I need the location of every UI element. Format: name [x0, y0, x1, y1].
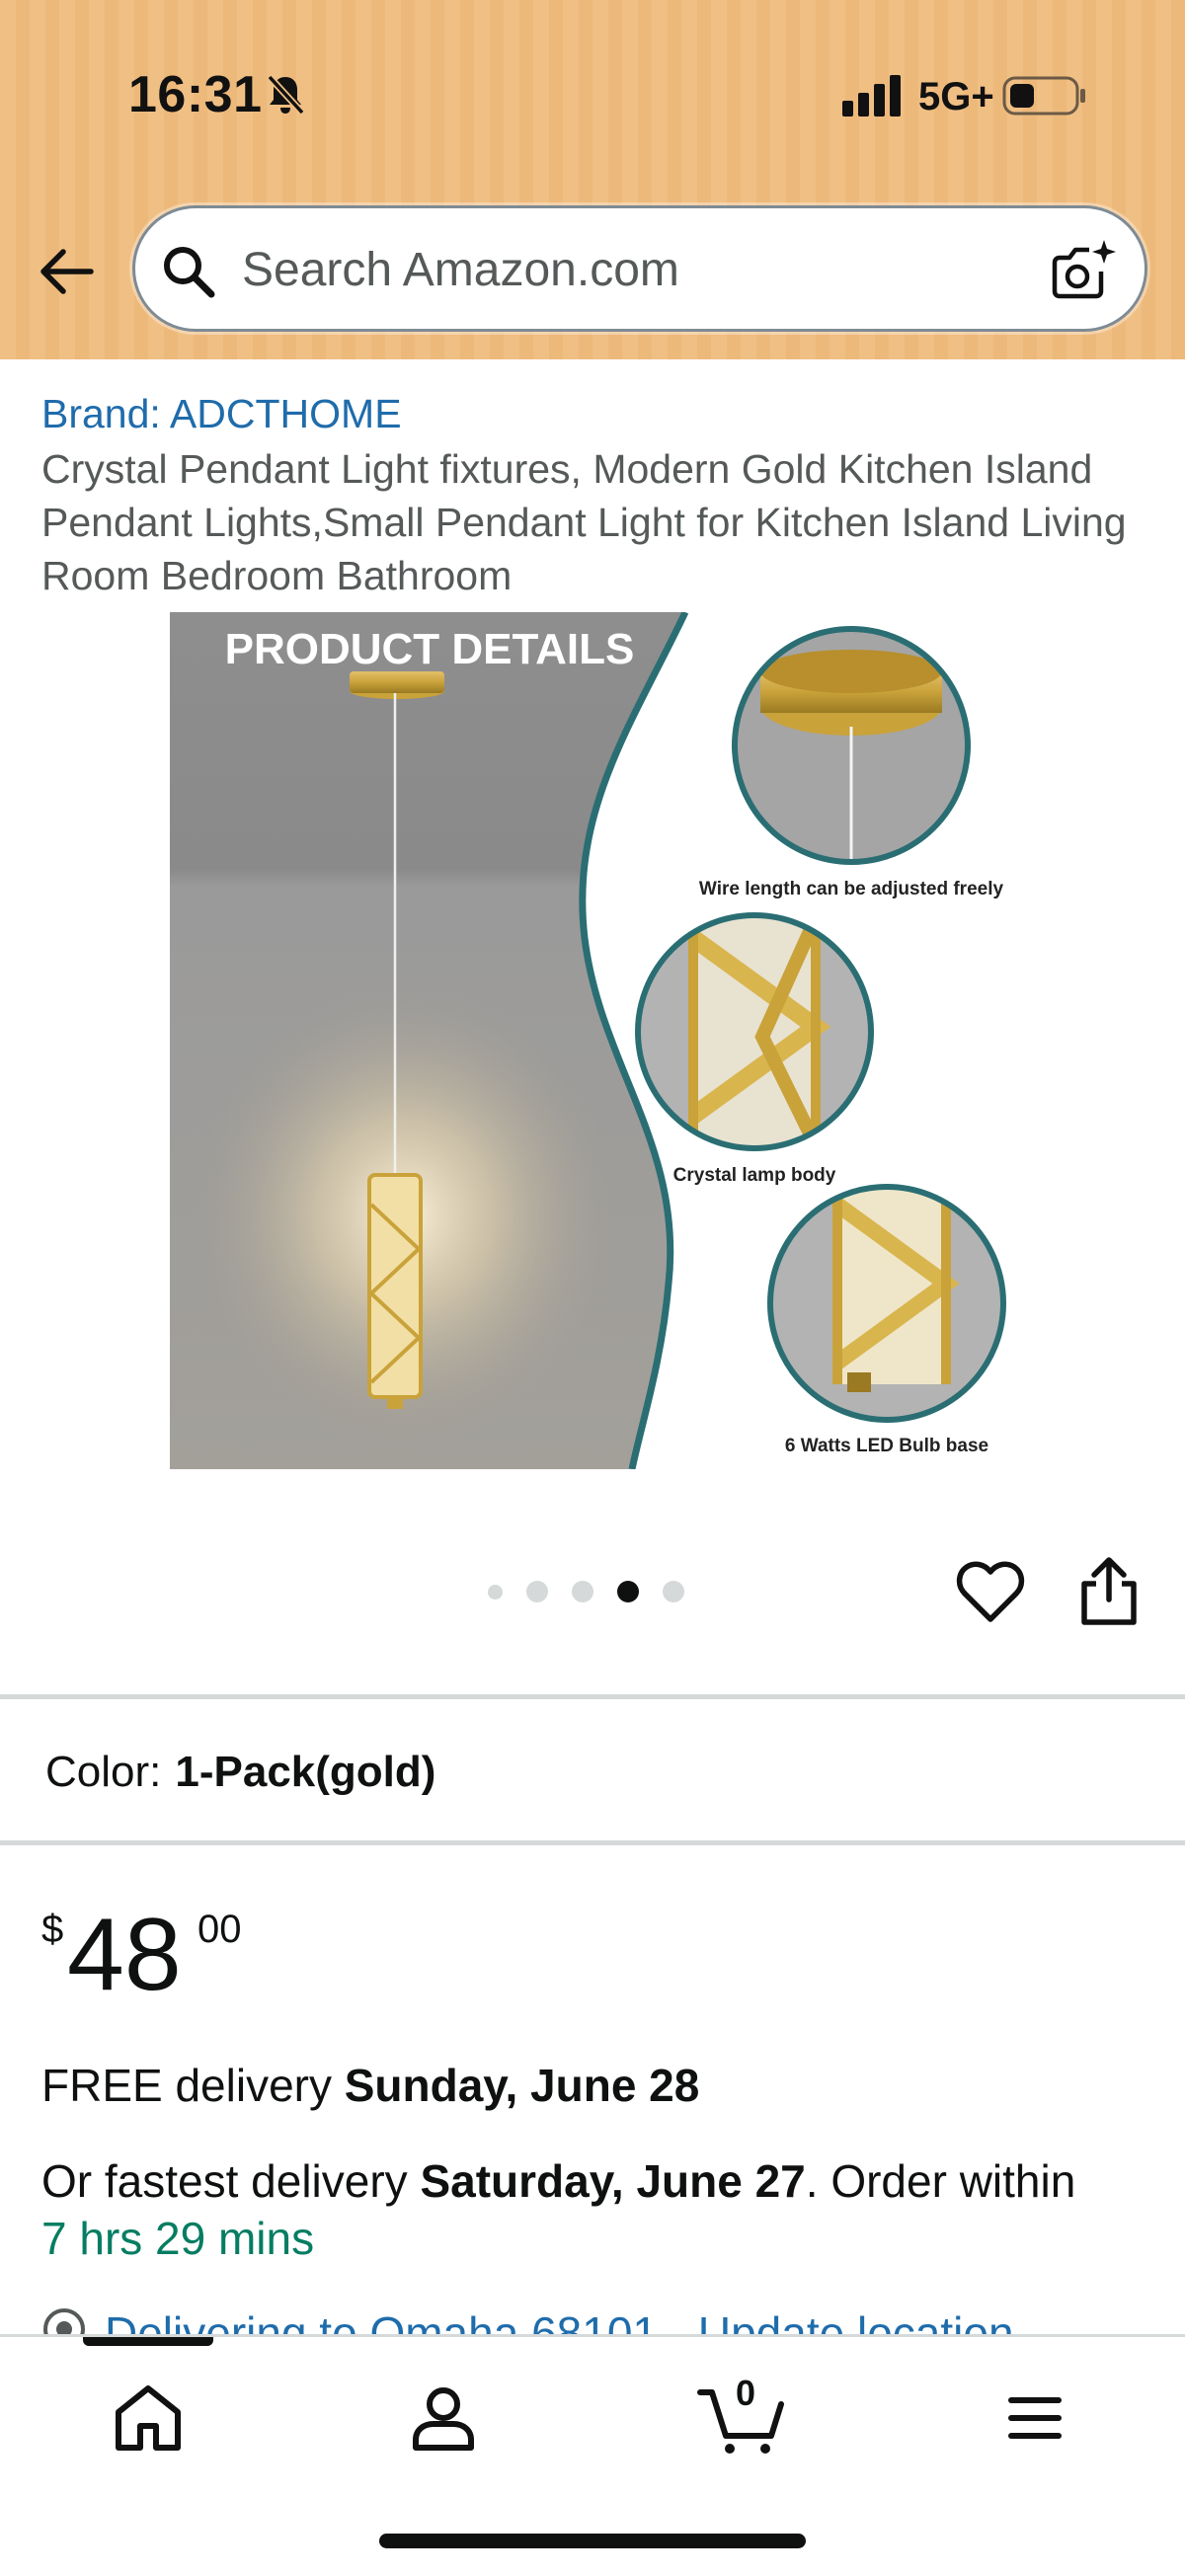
caption-wire: Wire length can be adjusted freely	[699, 879, 1004, 899]
battery-icon	[1002, 76, 1085, 116]
bell-slash-icon	[267, 74, 305, 116]
caption-base: 6 Watts LED Bulb base	[785, 1436, 988, 1456]
detail-circle-crystal	[635, 912, 874, 1151]
detail-circle-wire	[732, 626, 971, 865]
fastest-delivery-text: Or fastest delivery Saturday, June 27. O…	[41, 2155, 1076, 2264]
top-header: 16:31 5G+	[0, 0, 1185, 359]
search-input[interactable]	[242, 234, 992, 305]
heart-icon[interactable]	[956, 1560, 1025, 1625]
status-time: 16:31	[128, 66, 263, 123]
cart-count: 0	[736, 2373, 756, 2413]
brand-link[interactable]: Brand: ADCTHOME	[41, 391, 402, 437]
camera-sparkle-icon[interactable]	[1052, 238, 1117, 303]
carousel-dot[interactable]	[488, 1584, 503, 1600]
product-image[interactable]: PRODUCT DETAILS Wire length can be adjus…	[170, 612, 1017, 1469]
section-divider	[0, 1840, 1185, 1845]
free-delivery-text: FREE delivery Sunday, June 28	[41, 2060, 700, 2111]
color-label: Color:	[45, 1748, 162, 1796]
delivery-location-link[interactable]: Delivering to Omaha 68101 - Update locat…	[41, 2306, 1157, 2334]
order-countdown: 7 hrs 29 mins	[41, 2213, 315, 2264]
location-pin-icon	[43, 2308, 85, 2334]
carousel-dot[interactable]	[663, 1581, 684, 1602]
home-icon[interactable]	[109, 2379, 188, 2458]
pendant-lamp	[367, 1173, 423, 1409]
color-selector[interactable]: Color: 1-Pack(gold)	[45, 1748, 435, 1797]
delivery-location-text[interactable]: Delivering to Omaha 68101 - Update locat…	[105, 2306, 1014, 2334]
account-icon[interactable]	[404, 2379, 483, 2458]
color-value: 1-Pack(gold)	[175, 1748, 436, 1796]
arrow-left-icon[interactable]	[36, 241, 97, 302]
network-type: 5G+	[918, 75, 994, 118]
image-heading: PRODUCT DETAILS	[225, 625, 635, 673]
carousel-dot[interactable]	[526, 1581, 548, 1602]
nav-active-indicator	[83, 2337, 213, 2346]
carousel-dot[interactable]	[572, 1581, 593, 1602]
price-whole: 48	[67, 1898, 182, 2012]
share-icon[interactable]	[1076, 1556, 1142, 1627]
detail-circle-base	[767, 1184, 1006, 1423]
menu-icon[interactable]	[995, 2379, 1074, 2458]
free-delivery-date: Sunday, June 28	[344, 2060, 700, 2111]
search-bar[interactable]	[132, 205, 1147, 332]
search-icon	[164, 247, 215, 298]
price-currency: $	[41, 1908, 64, 1951]
signal-icon	[842, 75, 901, 117]
fastest-delivery-date: Saturday, June 27	[420, 2155, 806, 2207]
caption-crystal: Crystal lamp body	[673, 1165, 836, 1186]
price-fraction: 00	[198, 1908, 242, 1951]
product-title: Crystal Pendant Light fixtures, Modern G…	[41, 446, 1127, 598]
home-indicator[interactable]	[379, 2534, 806, 2548]
carousel-dots[interactable]	[488, 1579, 684, 1604]
section-divider	[0, 1694, 1185, 1699]
carousel-dot-active[interactable]	[617, 1581, 639, 1602]
